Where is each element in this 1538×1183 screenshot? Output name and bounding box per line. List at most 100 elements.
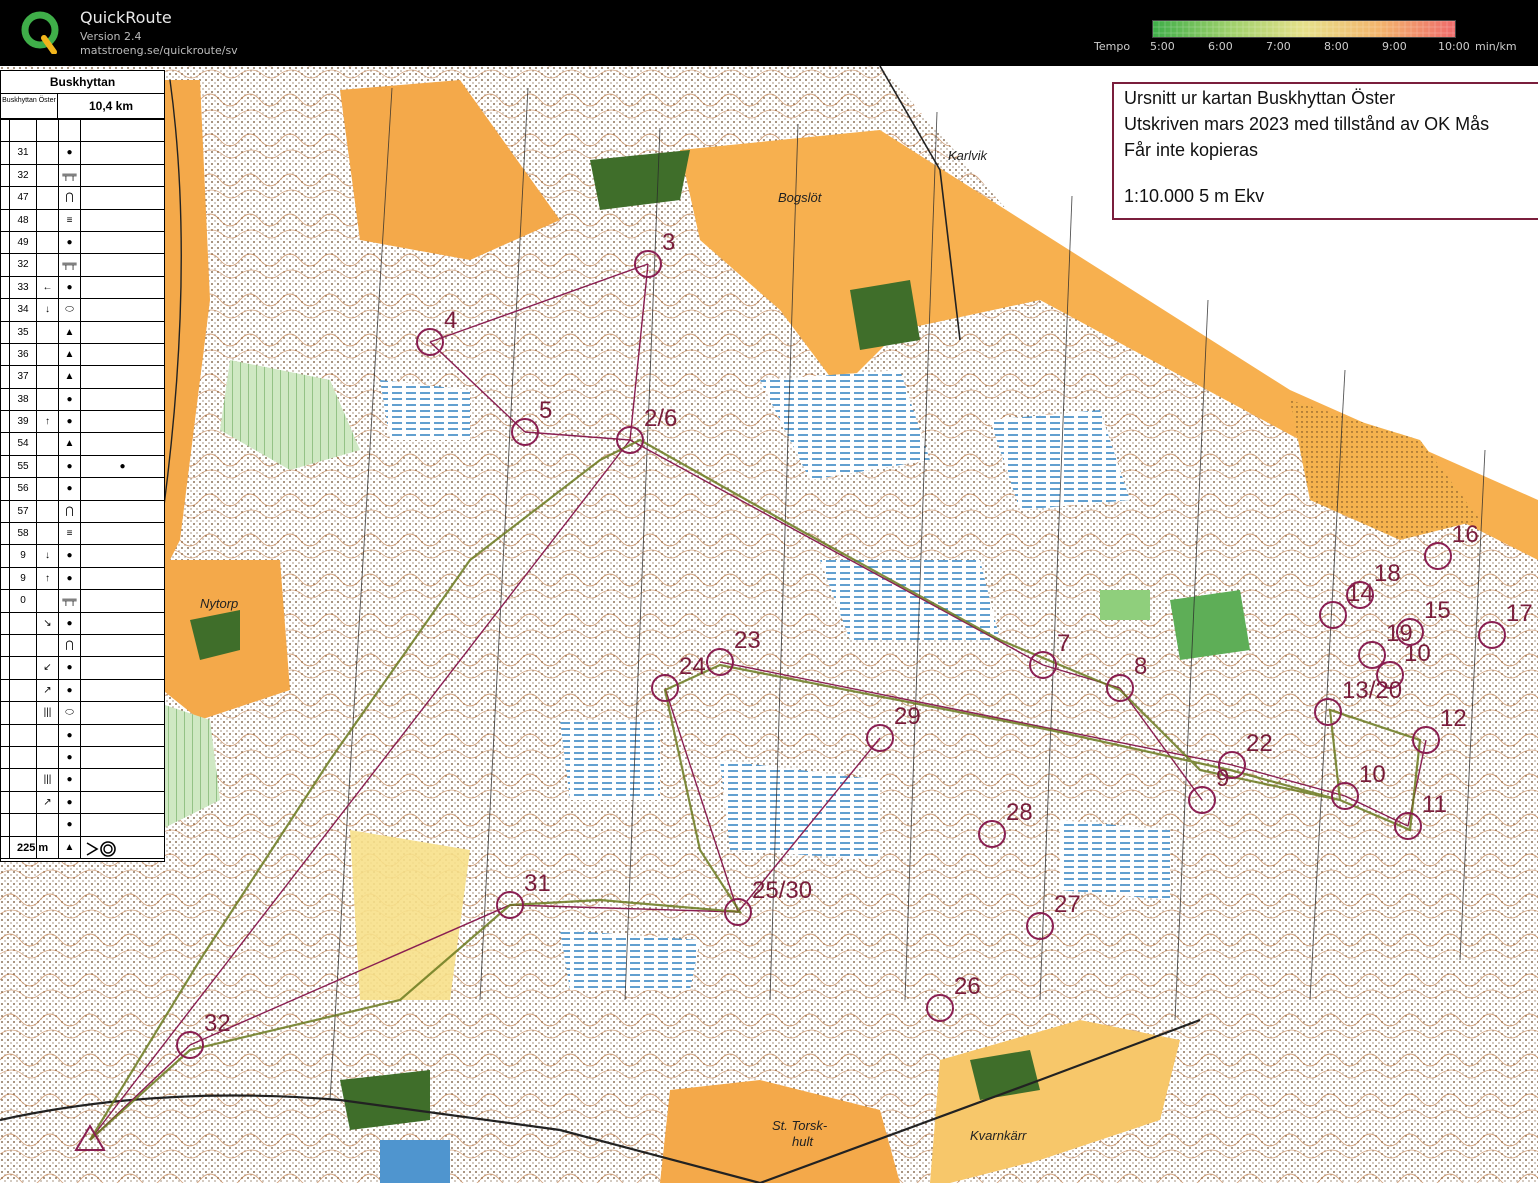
control-number: 7 <box>1057 630 1070 657</box>
description-row: 38 ● <box>1 388 164 412</box>
description-cell-code <box>10 814 37 836</box>
control-number: 11 <box>1422 791 1447 818</box>
description-row: ⋂ <box>1 634 164 658</box>
description-cell-sym <box>81 232 164 253</box>
rough-open-land <box>350 830 470 1000</box>
description-cell-n <box>1 769 10 791</box>
control-number: 32 <box>204 1010 231 1037</box>
finish-distance: 225 m <box>17 842 49 854</box>
description-event-name: Buskhyttan <box>1 71 164 94</box>
description-cell-feat: ● <box>59 545 81 567</box>
description-cell-code: 31 <box>10 142 37 164</box>
description-cell-dir <box>37 209 59 231</box>
place-name-bogslot: Bogslöt <box>778 190 823 205</box>
description-cell-sym <box>81 657 164 678</box>
description-cell-dir <box>37 746 59 769</box>
description-cell-sym <box>81 613 164 634</box>
description-cell-code: 36 <box>10 343 37 366</box>
app-title: QuickRoute <box>80 8 172 27</box>
place-name-nytorp: Nytorp <box>200 596 238 611</box>
description-row: 31 ● <box>1 142 164 165</box>
tempo-tick-5: 5:00 <box>1150 40 1175 53</box>
app-url-link[interactable]: matstroeng.se/quickroute/sv <box>80 44 238 57</box>
control-number: 15 <box>1424 597 1451 624</box>
description-row: 54 ▲ <box>1 433 164 456</box>
description-cell-n <box>1 612 10 634</box>
description-cell-feat: ≡ <box>59 523 81 545</box>
description-cell-n <box>1 209 10 231</box>
description-cell-sym <box>81 299 164 320</box>
description-cell-code <box>10 120 37 142</box>
description-cell-sym <box>81 702 164 723</box>
description-row: ↗ ● <box>1 791 164 815</box>
description-cell-feat: ● <box>59 388 81 411</box>
description-cell-sym <box>81 769 164 790</box>
control-number: 2/6 <box>644 405 677 432</box>
control-number: 9 <box>1216 765 1229 792</box>
finish-symbol-icon <box>86 841 116 857</box>
description-row: ● <box>1 746 164 770</box>
description-row: 49 ● <box>1 231 164 255</box>
description-cell-sym <box>81 725 164 746</box>
description-row: 34 ↓ ⬭ <box>1 299 164 322</box>
description-cell-feat: ⋂ <box>59 187 81 209</box>
map-info-scale: 1:10.000 5 m Ekv <box>1124 186 1265 206</box>
description-cell-dir <box>37 634 59 657</box>
description-cell-dir <box>37 500 59 523</box>
description-cell-code: 33 <box>10 276 37 299</box>
description-cell-dir <box>37 388 59 411</box>
description-cell-sym <box>81 501 164 522</box>
description-cell-dir <box>37 366 59 388</box>
description-rows: 31 ● 32 ╤╤ 47 ⋂ 48 ≡ 49 ● 32 ╤╤ 33 ← ● 34 ↓ ⬭ 35 ▲ 36 ▲ 37 ▲ 38 ●… <box>1 120 164 859</box>
description-cell-sym: ● <box>119 460 126 472</box>
description-cell-n <box>1 724 10 746</box>
description-cell-sym <box>81 590 164 611</box>
marsh-7 <box>1060 820 1170 900</box>
quickroute-logo-icon <box>21 11 59 54</box>
place-name-st-torskhult: St. Torsk- <box>772 1118 828 1133</box>
description-cell-feat: ▲ <box>59 366 81 388</box>
description-cell-code: 56 <box>10 478 37 500</box>
description-cell-n <box>1 231 10 254</box>
description-cell-n <box>1 702 10 724</box>
description-cell-feat: ▲ <box>59 433 81 455</box>
description-cell-dir <box>37 724 59 746</box>
orienteering-map[interactable]: 345 2/67891010111213/20141516171819222324… <box>0 66 1538 1183</box>
control-number: 5 <box>539 397 552 424</box>
description-cell-n <box>1 164 10 187</box>
description-cell-n <box>1 388 10 411</box>
description-row: 57 ⋂ <box>1 500 164 524</box>
control-number: 29 <box>894 703 921 730</box>
description-cell-dir <box>37 187 59 209</box>
description-cell-dir <box>37 478 59 500</box>
description-cell-sym <box>81 478 164 499</box>
description-cell-dir <box>37 433 59 455</box>
description-row: ● <box>1 814 164 837</box>
description-cell-n <box>1 120 10 142</box>
description-row: ↘ ● <box>1 612 164 635</box>
description-row: 9 ↓ ● <box>1 545 164 568</box>
description-cell-n <box>1 321 10 343</box>
description-cell-sym <box>81 277 164 298</box>
description-cell-code: 58 <box>10 523 37 545</box>
description-cell-sym <box>81 322 164 343</box>
description-cell-n <box>1 567 10 590</box>
map-info-copyright: Får inte kopieras <box>1124 140 1259 160</box>
description-cell-sym <box>81 680 164 701</box>
description-cell-dir: ↗ <box>37 791 59 814</box>
description-cell-dir: ||| <box>37 702 59 724</box>
app-header-bar: QuickRoute Version 2.4 matstroeng.se/qui… <box>0 0 1538 66</box>
control-number: 18 <box>1374 560 1401 587</box>
tempo-tick-6: 6:00 <box>1208 40 1233 53</box>
description-row: 9 ↑ ● <box>1 567 164 591</box>
description-row: 55 ● ● <box>1 455 164 479</box>
description-row: 58 ≡ <box>1 523 164 546</box>
marsh-4 <box>820 560 1000 640</box>
description-cell-sym <box>81 568 164 589</box>
description-cell-sym <box>81 120 164 141</box>
description-cell-dir <box>37 254 59 276</box>
description-cell-code <box>10 702 37 724</box>
description-cell-dir: ↑ <box>37 567 59 590</box>
description-cell-dir <box>37 164 59 187</box>
description-cell-code: 48 <box>10 209 37 231</box>
